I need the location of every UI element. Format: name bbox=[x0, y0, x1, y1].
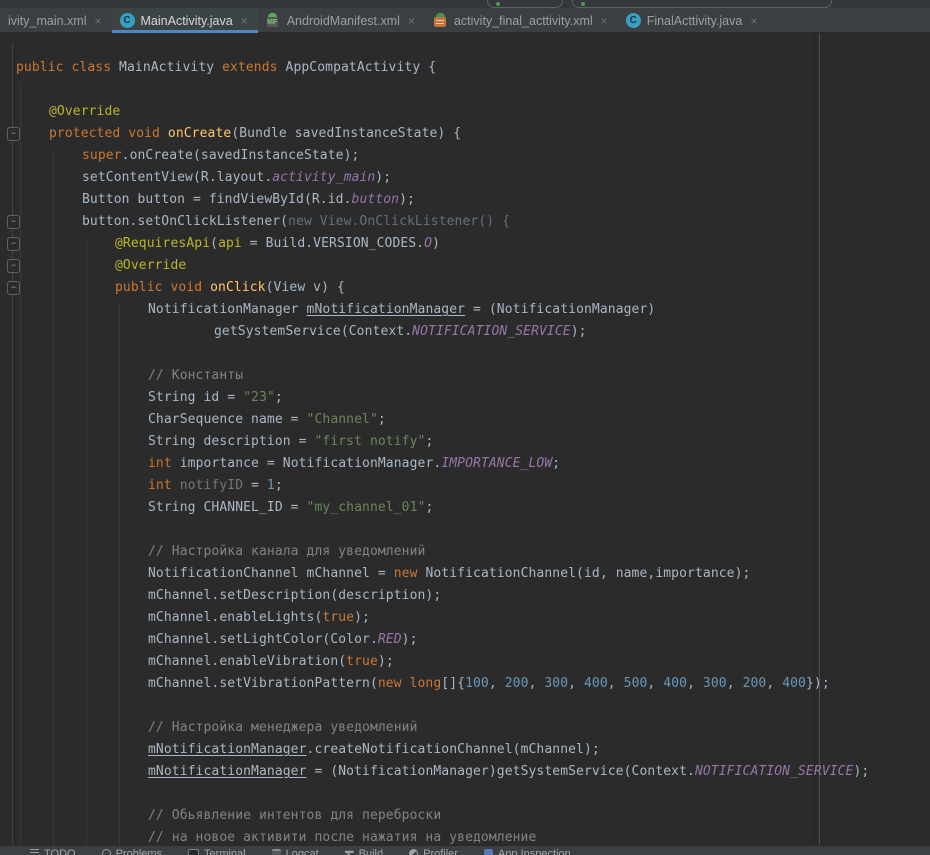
inspection-icon bbox=[484, 849, 493, 855]
code-line[interactable]: String id = "23"; bbox=[0, 387, 930, 409]
fold-collapse-icon[interactable]: − bbox=[7, 237, 20, 251]
code-line[interactable]: mChannel.enableVibration(true); bbox=[0, 651, 930, 673]
close-icon[interactable]: × bbox=[601, 15, 608, 27]
toolwindow-label: Profiler bbox=[423, 848, 458, 855]
layout-file-icon bbox=[433, 13, 448, 28]
code-line[interactable]: mNotificationManager.createNotificationC… bbox=[0, 739, 930, 761]
code-line[interactable]: mChannel.setLightColor(Color.RED); bbox=[0, 629, 930, 651]
code-line[interactable]: mNotificationManager = (NotificationMana… bbox=[0, 761, 930, 783]
todo-icon bbox=[30, 849, 39, 855]
code-line[interactable]: CharSequence name = "Channel"; bbox=[0, 409, 930, 431]
close-icon[interactable]: × bbox=[408, 15, 415, 27]
toolwindow-label: TODO bbox=[44, 848, 76, 855]
tab-label: activity_final_acttivity.xml bbox=[454, 14, 593, 28]
code-line[interactable] bbox=[0, 519, 930, 541]
fold-collapse-icon[interactable]: − bbox=[7, 259, 20, 273]
tab-label: ivity_main.xml bbox=[8, 14, 87, 28]
code-line[interactable]: @RequiresApi(api = Build.VERSION_CODES.O… bbox=[0, 233, 930, 255]
java-class-icon bbox=[626, 13, 641, 28]
fold-collapse-icon[interactable]: − bbox=[7, 281, 20, 295]
code-line[interactable]: super.onCreate(savedInstanceState); bbox=[0, 145, 930, 167]
tab-activity-final-acttivity-xml[interactable]: activity_final_acttivity.xml × bbox=[425, 8, 618, 33]
code-line[interactable]: int importance = NotificationManager.IMP… bbox=[0, 453, 930, 475]
code-line[interactable] bbox=[0, 783, 930, 805]
code-line[interactable]: String description = "first notify"; bbox=[0, 431, 930, 453]
device-selector-pill[interactable] bbox=[487, 0, 563, 8]
code-line[interactable]: // Обьявление интентов для переброски bbox=[0, 805, 930, 827]
code-line[interactable] bbox=[0, 695, 930, 717]
tab-ivity-main-xml[interactable]: ivity_main.xml × bbox=[0, 8, 112, 33]
code-line[interactable]: // Настройка канала для уведомлений bbox=[0, 541, 930, 563]
code-line[interactable]: // Константы bbox=[0, 365, 930, 387]
manifest-file-icon: MF bbox=[266, 13, 281, 28]
terminal-icon bbox=[188, 849, 199, 855]
tool-window-bar: TODO Problems Terminal Logcat Build Profiler A… bbox=[0, 845, 930, 855]
tab-label: FinalActtivity.java bbox=[647, 14, 743, 28]
code-line[interactable]: String CHANNEL_ID = "my_channel_01"; bbox=[0, 497, 930, 519]
code-line[interactable]: @Override bbox=[0, 255, 930, 277]
logcat-icon bbox=[272, 849, 281, 855]
code-line[interactable]: public void onClick(View v) { bbox=[0, 277, 930, 299]
tab-finalacttivity-java[interactable]: FinalActtivity.java × bbox=[618, 8, 768, 33]
toolwindow-todo[interactable]: TODO bbox=[30, 846, 76, 855]
tab-mainactivity-java[interactable]: MainActivity.java × bbox=[112, 8, 258, 33]
profiler-icon bbox=[409, 849, 418, 855]
code-line[interactable]: Button button = findViewById(R.id.button… bbox=[0, 189, 930, 211]
running-status-dot bbox=[496, 2, 500, 6]
toolwindow-build[interactable]: Build bbox=[345, 846, 383, 855]
code-line[interactable]: button.setOnClickListener(new View.OnCli… bbox=[0, 211, 930, 233]
toolwindow-profiler[interactable]: Profiler bbox=[409, 846, 458, 855]
code-area[interactable]: public class MainActivity extends AppCom… bbox=[0, 33, 930, 845]
fold-collapse-icon[interactable]: − bbox=[7, 127, 20, 141]
close-icon[interactable]: × bbox=[241, 15, 248, 27]
fold-collapse-icon[interactable]: − bbox=[7, 215, 20, 229]
problems-icon bbox=[102, 849, 111, 855]
code-line[interactable]: mChannel.setVibrationPattern(new long[]{… bbox=[0, 673, 930, 695]
toolwindow-terminal[interactable]: Terminal bbox=[188, 846, 246, 855]
toolwindow-logcat[interactable]: Logcat bbox=[272, 846, 319, 855]
run-controls-pill[interactable] bbox=[572, 0, 832, 8]
toolwindow-label: Problems bbox=[116, 848, 162, 855]
code-editor[interactable]: public class MainActivity extends AppCom… bbox=[0, 33, 930, 845]
toolwindow-label: Logcat bbox=[286, 848, 319, 855]
code-line[interactable]: // на новое активити после нажатия на ув… bbox=[0, 827, 930, 845]
toolwindow-label: App Inspection bbox=[498, 848, 571, 855]
code-line[interactable]: getSystemService(Context.NOTIFICATION_SE… bbox=[0, 321, 930, 343]
toolwindow-problems[interactable]: Problems bbox=[102, 846, 162, 855]
code-line[interactable]: NotificationManager mNotificationManager… bbox=[0, 299, 930, 321]
code-line[interactable]: setContentView(R.layout.activity_main); bbox=[0, 167, 930, 189]
code-line[interactable]: mChannel.setDescription(description); bbox=[0, 585, 930, 607]
code-line[interactable]: protected void onCreate(Bundle savedInst… bbox=[0, 123, 930, 145]
main-toolbar bbox=[0, 0, 930, 8]
toolwindow-label: Build bbox=[359, 848, 383, 855]
code-line[interactable] bbox=[0, 79, 930, 101]
build-icon bbox=[345, 849, 354, 855]
close-icon[interactable]: × bbox=[95, 15, 102, 27]
toolwindow-app-inspection[interactable]: App Inspection bbox=[484, 846, 571, 855]
running-status-dot bbox=[581, 2, 585, 6]
tab-label: AndroidManifest.xml bbox=[287, 14, 400, 28]
tab-androidmanifest-xml[interactable]: MF AndroidManifest.xml × bbox=[258, 8, 425, 33]
code-line[interactable]: int notifyID = 1; bbox=[0, 475, 930, 497]
toolwindow-label: Terminal bbox=[204, 848, 246, 855]
tab-label: MainActivity.java bbox=[141, 14, 233, 28]
code-line[interactable]: mChannel.enableLights(true); bbox=[0, 607, 930, 629]
close-icon[interactable]: × bbox=[750, 15, 757, 27]
android-studio-window: ivity_main.xml × MainActivity.java × MF Andro… bbox=[0, 0, 930, 855]
code-line[interactable]: // Настройка менеджера уведомлений bbox=[0, 717, 930, 739]
code-line[interactable] bbox=[0, 343, 930, 365]
code-line[interactable]: public class MainActivity extends AppCom… bbox=[0, 57, 930, 79]
code-line[interactable]: NotificationChannel mChannel = new Notif… bbox=[0, 563, 930, 585]
code-line[interactable]: @Override bbox=[0, 101, 930, 123]
editor-tab-bar: ivity_main.xml × MainActivity.java × MF Andro… bbox=[0, 8, 930, 33]
java-class-icon bbox=[120, 13, 135, 28]
